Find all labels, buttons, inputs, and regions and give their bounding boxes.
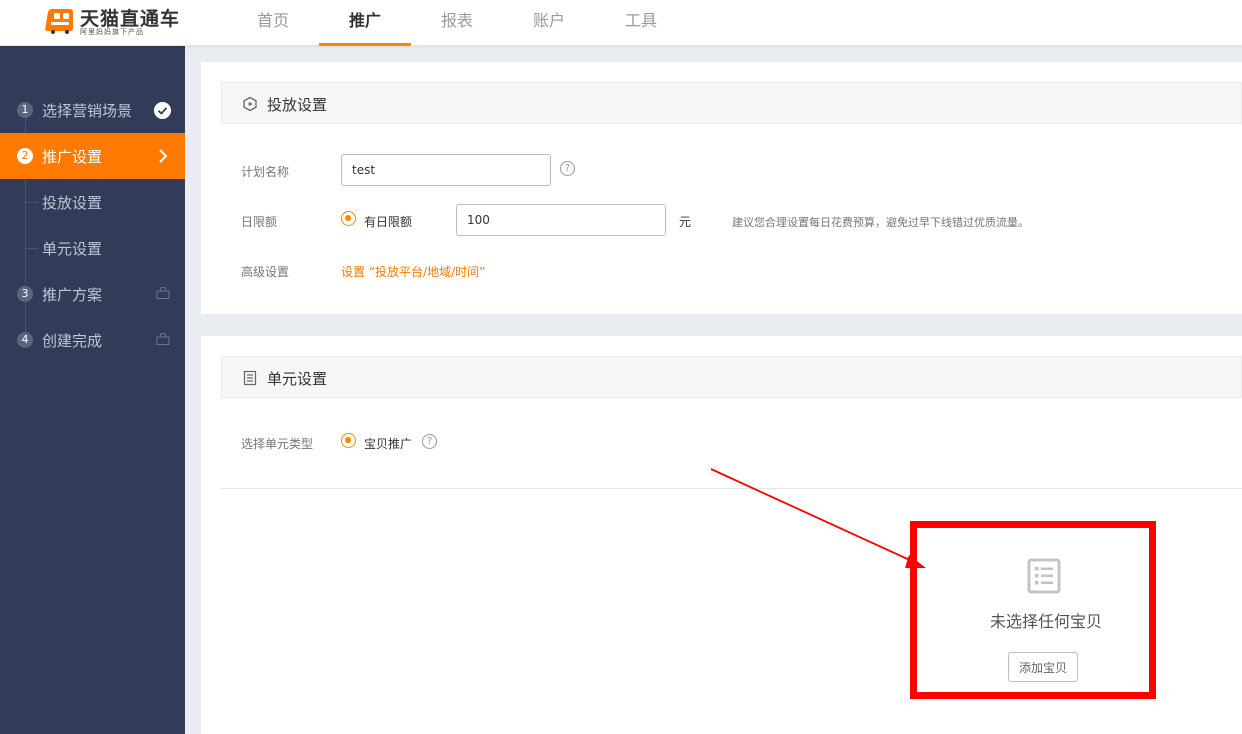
advanced-settings-label: 高级设置 [241,265,290,279]
chevron-right-icon [159,149,168,163]
nav-account[interactable]: 账户 [503,0,595,46]
brand-logo[interactable]: 天猫直通车 阿里妈妈旗下产品 [42,4,182,40]
brand-subtitle: 阿里妈妈旗下产品 [80,28,144,36]
step-number: 1 [17,102,33,118]
nav-reports[interactable]: 报表 [411,0,503,46]
help-icon[interactable]: ? [422,434,437,449]
section-header: 单元设置 [221,356,1242,398]
unit-type-radio[interactable] [341,433,356,448]
step-number: 3 [17,286,33,302]
check-icon [154,102,171,119]
top-nav: 首页 推广 报表 账户 工具 [227,0,687,46]
daily-limit-option[interactable]: 有日限额 [364,213,412,230]
substep-label: 投放设置 [42,194,103,212]
car-logo-icon [45,9,73,34]
step-number: 4 [17,332,33,348]
delivery-settings-card: 投放设置 计划名称 ? 日限额 有日限额 元 建议您合理设置每日花费预算，避免过… [201,62,1242,314]
currency-unit: 元 [679,215,692,229]
step-label: 推广设置 [42,148,103,166]
plan-name-input[interactable] [341,154,551,186]
unit-type-option[interactable]: 宝贝推广 [364,435,412,452]
plan-name-label: 计划名称 [241,165,290,179]
substep-unit-settings[interactable]: 单元设置 [0,225,185,271]
substep-tick [26,248,38,249]
step-number: 2 [17,148,33,164]
top-header: 天猫直通车 阿里妈妈旗下产品 首页 推广 报表 账户 工具 [0,0,1242,46]
lock-icon [156,287,170,299]
step-complete[interactable]: 4 创建完成 [0,317,185,363]
unit-type-label: 选择单元类型 [241,437,314,451]
advanced-settings-link[interactable]: 设置 “投放平台/地域/时间” [341,263,485,280]
section-header: 投放设置 [221,82,1242,124]
hexagon-icon [243,96,257,112]
substep-label: 单元设置 [42,240,103,258]
nav-tools[interactable]: 工具 [595,0,687,46]
nav-promotion[interactable]: 推广 [319,0,411,46]
daily-limit-radio[interactable] [341,211,356,226]
substep-delivery-settings[interactable]: 投放设置 [0,179,185,225]
daily-limit-hint: 建议您合理设置每日花费预算，避免过早下线错过优质流量。 [732,216,1029,229]
annotation-highlight-box [910,521,1156,699]
step-label: 创建完成 [42,332,103,350]
step-select-scene[interactable]: 1 选择营销场景 [0,87,185,133]
step-promotion-settings[interactable]: 2 推广设置 [0,133,185,179]
daily-limit-label: 日限额 [241,215,278,229]
step-label: 选择营销场景 [42,102,133,120]
step-label: 推广方案 [42,286,103,304]
lock-icon [156,333,170,345]
section-title: 投放设置 [267,96,328,114]
daily-limit-input[interactable] [456,204,666,236]
nav-home[interactable]: 首页 [227,0,319,46]
section-divider [221,488,1242,489]
step-promotion-plan[interactable]: 3 推广方案 [0,271,185,317]
section-title: 单元设置 [267,370,328,388]
substep-tick [26,202,38,203]
list-icon [243,370,257,386]
help-icon[interactable]: ? [560,161,575,176]
step-sidebar: 1 选择营销场景 2 推广设置 投放设置 单元设置 3 推广方案 4 创建完成 [0,46,185,734]
